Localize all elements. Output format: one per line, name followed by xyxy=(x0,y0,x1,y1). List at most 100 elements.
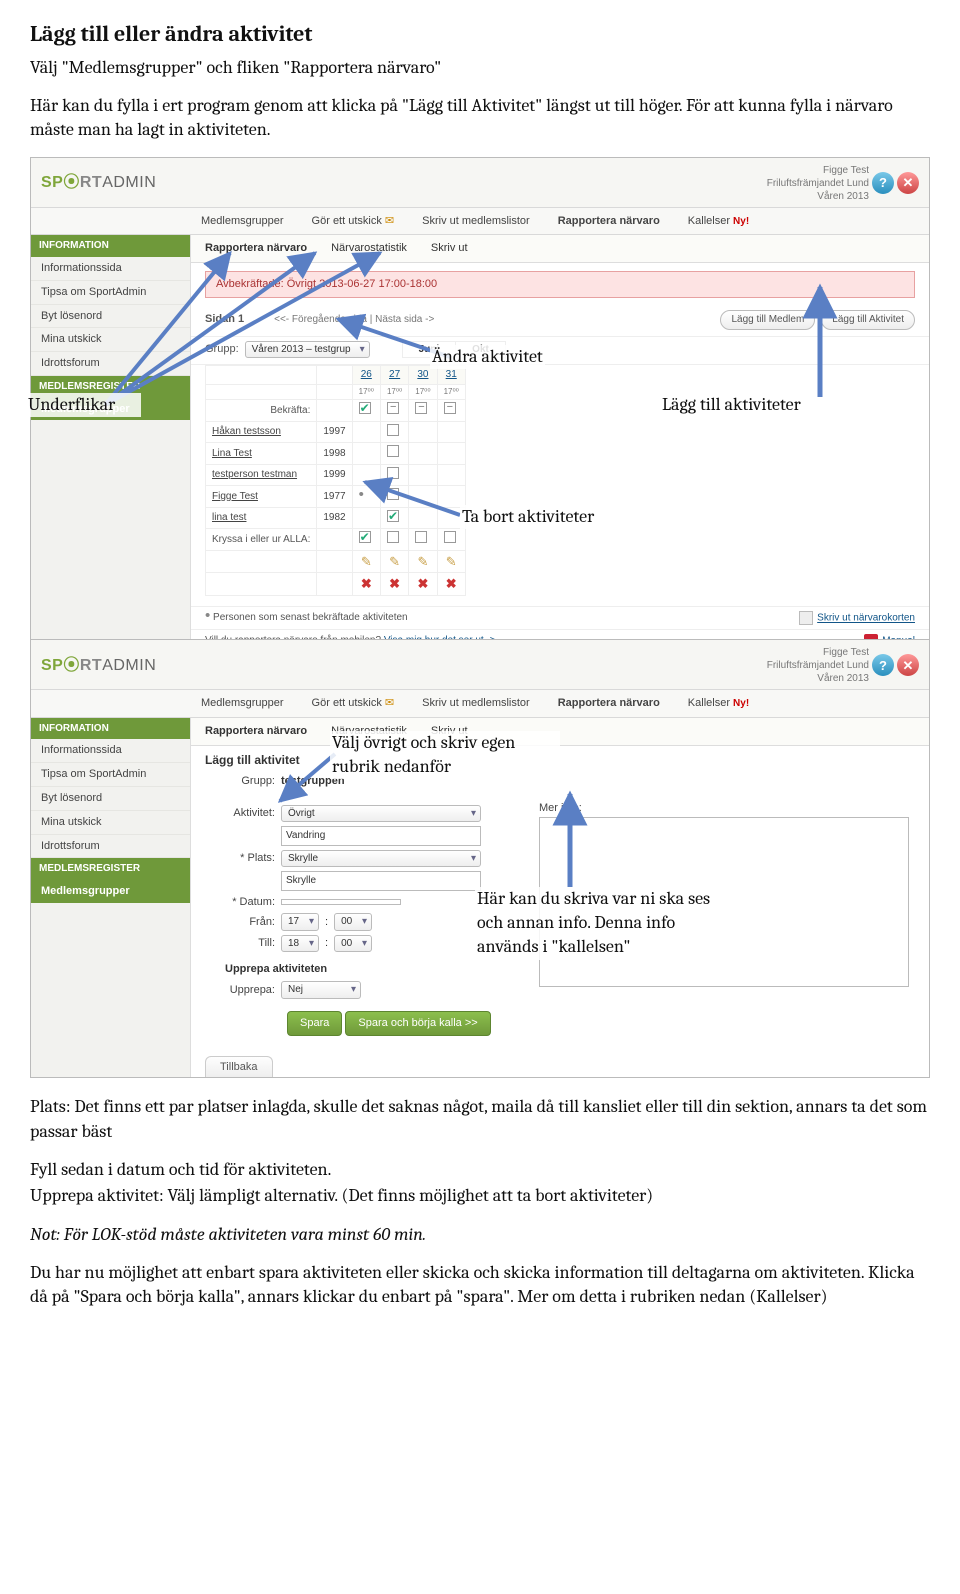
grupp-label: Grupp: xyxy=(205,342,239,357)
content-area: Rapportera närvaro Närvarostatistik Skri… xyxy=(191,235,929,652)
pager[interactable]: <<- Föregående sida | Nästa sida -> xyxy=(274,313,434,327)
edit-icon[interactable]: ✎ xyxy=(361,554,372,569)
bekrafta-label: Bekräfta: xyxy=(206,400,317,422)
brand-logo: SP⦿RTADMIN xyxy=(41,655,156,677)
sidebar-item-idrottsforum[interactable]: Idrottsforum xyxy=(31,352,190,376)
anno-ta-bort: Ta bort aktiviteter xyxy=(460,505,596,529)
footer-left: Personen som senast bekräftade aktivitet… xyxy=(213,612,408,623)
aktivitet-text[interactable]: Vandring xyxy=(281,826,481,846)
tab-medlemsgrupper[interactable]: Medlemsgrupper xyxy=(201,696,284,711)
plats-text[interactable]: Skrylle xyxy=(281,871,481,891)
datum-input[interactable] xyxy=(281,899,401,905)
intro-para-1: Välj "Medlemsgrupper" och fliken "Rappor… xyxy=(30,56,930,80)
anno-valj-ovrigt: Välj övrigt och skriv egen rubrik nedanf… xyxy=(330,731,560,780)
page-title: Lägg till eller ändra aktivitet xyxy=(30,20,930,50)
edit-icon[interactable]: ✎ xyxy=(389,554,400,569)
tab-medlemsgrupper[interactable]: Medlemsgrupper xyxy=(201,214,284,229)
edit-icon[interactable]: ✎ xyxy=(417,554,428,569)
end-para-2: Plats: Det finns ett par platser inlagda… xyxy=(30,1095,930,1144)
anno-andra-aktivitet: Ändra aktivitet xyxy=(430,345,545,369)
button-tillbaka[interactable]: Tillbaka xyxy=(205,1056,273,1078)
help-icon[interactable]: ? xyxy=(872,172,894,194)
header-user: Figge Test Friluftsfrämjandet Lund Våren… xyxy=(767,646,869,685)
main-tabs-2: Medlemsgrupper Gör ett utskick ✉ Skriv u… xyxy=(31,690,929,718)
sidebar-item-byt-losenord[interactable]: Byt lösenord xyxy=(31,787,190,811)
table-row: testperson testman1999 xyxy=(206,464,915,486)
delete-icon[interactable]: ✖ xyxy=(389,576,400,591)
form-header: Lägg till aktivitet xyxy=(191,746,929,770)
end-para-6: Du har nu möjlighet att enbart spara akt… xyxy=(30,1261,930,1310)
tab-skriv-ut-medlemslistor[interactable]: Skriv ut medlemslistor xyxy=(422,696,530,711)
sidebar-item-informationssida[interactable]: Informationssida xyxy=(31,257,190,281)
subtab-narvarostatistik[interactable]: Närvarostatistik xyxy=(331,241,407,256)
table-row: Lina Test1998 xyxy=(206,443,915,465)
sidebar-item-byt-losenord[interactable]: Byt lösenord xyxy=(31,305,190,329)
date-30[interactable]: 30 xyxy=(417,369,428,380)
checkbox[interactable] xyxy=(415,402,427,414)
tab-kallelser[interactable]: Kallelser Ny! xyxy=(688,696,749,711)
date-31[interactable]: 31 xyxy=(446,369,457,380)
brand-logo: SP⦿RTADMIN xyxy=(41,172,156,194)
sidebar-item-mina-utskick[interactable]: Mina utskick xyxy=(31,811,190,835)
sidebar-item-tipsa[interactable]: Tipsa om SportAdmin xyxy=(31,281,190,305)
fran-min[interactable]: 00 xyxy=(334,913,372,931)
tab-gor-utskick[interactable]: Gör ett utskick ✉ xyxy=(312,214,395,229)
end-para-4: Upprepa aktivitet: Välj lämpligt alterna… xyxy=(30,1184,930,1208)
anno-lagg-till: Lägg till aktiviteter xyxy=(660,393,803,417)
sidebar: INFORMATION Informationssida Tipsa om Sp… xyxy=(31,718,191,1078)
button-spara-kalla[interactable]: Spara och börja kalla >> xyxy=(345,1011,490,1036)
upprepa-select[interactable]: Nej xyxy=(281,981,361,999)
link-print-cards[interactable]: Skriv ut närvarokorten xyxy=(817,613,915,624)
till-hour[interactable]: 18 xyxy=(281,935,319,953)
upprepa-header: Upprepa aktiviteten xyxy=(225,962,515,977)
sub-tabs: Rapportera närvaro Närvarostatistik Skri… xyxy=(191,235,929,263)
attendance-table: 26 27 30 31 17⁰⁰ 17⁰⁰ 17⁰⁰ 17⁰⁰ xyxy=(205,365,915,596)
merinfo-label: Mer info: xyxy=(539,801,909,816)
delete-icon[interactable]: ✖ xyxy=(446,576,457,591)
sidan-label: Sidan 1 xyxy=(205,312,244,327)
tab-skriv-ut-medlemslistor[interactable]: Skriv ut medlemslistor xyxy=(422,214,530,229)
sidebar-item-mina-utskick[interactable]: Mina utskick xyxy=(31,328,190,352)
print-icon[interactable] xyxy=(799,611,813,625)
intro-para-2: Här kan du fylla i ert program genom att… xyxy=(30,94,930,143)
sidebar-item-tipsa[interactable]: Tipsa om SportAdmin xyxy=(31,763,190,787)
tab-rapportera-narvaro[interactable]: Rapportera närvaro xyxy=(558,696,660,711)
button-lagg-till-aktivitet[interactable]: Lägg till Aktivitet xyxy=(821,310,915,330)
sidebar-item-medlemsgrupper[interactable]: Medlemsgrupper xyxy=(31,880,190,903)
end-para-3: Fyll sedan i datum och tid för aktivitet… xyxy=(30,1158,930,1182)
button-spara[interactable]: Spara xyxy=(287,1011,342,1036)
subtab-rapportera[interactable]: Rapportera närvaro xyxy=(205,724,307,739)
subtab-rapportera[interactable]: Rapportera närvaro xyxy=(205,241,307,256)
plats-select[interactable]: Skrylle xyxy=(281,850,481,868)
sidebar-item-informationssida[interactable]: Informationssida xyxy=(31,739,190,763)
sidebar-item-idrottsforum[interactable]: Idrottsforum xyxy=(31,835,190,859)
sidebar: INFORMATION Informationssida Tipsa om Sp… xyxy=(31,235,191,652)
tab-kallelser[interactable]: Kallelser Ny! xyxy=(688,214,749,229)
checkbox[interactable] xyxy=(359,402,371,414)
aktivitet-select[interactable]: Övrigt xyxy=(281,805,481,823)
checkbox[interactable] xyxy=(387,402,399,414)
edit-icon[interactable]: ✎ xyxy=(446,554,457,569)
subtab-skriv-ut[interactable]: Skriv ut xyxy=(431,241,468,256)
alert-bar: Avbekräftade: Övrigt 2013-06-27 17:00-18… xyxy=(205,271,915,298)
close-icon[interactable]: ✕ xyxy=(897,654,919,676)
help-icon[interactable]: ? xyxy=(872,654,894,676)
button-lagg-till-medlem[interactable]: Lägg till Medlem xyxy=(720,310,815,330)
delete-icon[interactable]: ✖ xyxy=(417,576,428,591)
checkbox[interactable] xyxy=(444,402,456,414)
date-26[interactable]: 26 xyxy=(361,369,372,380)
date-27[interactable]: 27 xyxy=(389,369,400,380)
delete-icon[interactable]: ✖ xyxy=(361,576,372,591)
table-row: Håkan testsson1997 xyxy=(206,421,915,443)
tab-rapportera-narvaro[interactable]: Rapportera närvaro xyxy=(558,214,660,229)
grupp-select[interactable]: Våren 2013 – testgrup xyxy=(245,341,370,359)
anno-underflikar: Underflikar xyxy=(26,393,141,417)
till-min[interactable]: 00 xyxy=(334,935,372,953)
close-icon[interactable]: ✕ xyxy=(897,172,919,194)
fran-hour[interactable]: 17 xyxy=(281,913,319,931)
main-tabs: Medlemsgrupper Gör ett utskick ✉ Skriv u… xyxy=(31,208,929,236)
tab-gor-utskick[interactable]: Gör ett utskick ✉ xyxy=(312,696,395,711)
end-para-5-note: Not: För LOK-stöd måste aktiviteten vara… xyxy=(30,1223,930,1247)
header-user: Figge Test Friluftsfrämjandet Lund Våren… xyxy=(767,164,869,203)
app-window-2: SP⦿RTADMIN Figge Test Friluftsfrämjandet… xyxy=(30,639,930,1079)
